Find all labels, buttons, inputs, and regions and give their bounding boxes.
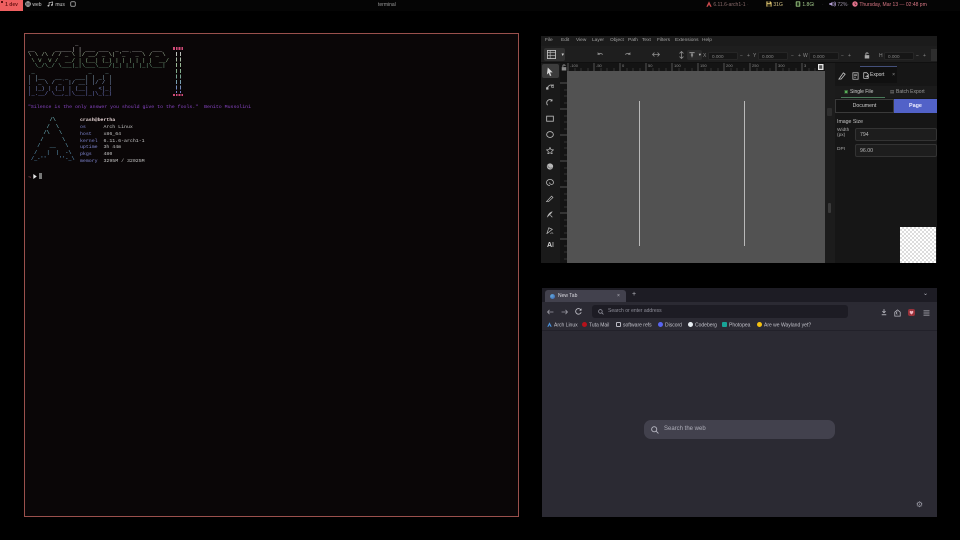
svg-text:-50: -50 — [596, 63, 603, 68]
svg-text:300: 300 — [778, 63, 785, 68]
svg-text:100: 100 — [674, 63, 681, 68]
svg-text:250: 250 — [752, 63, 759, 68]
svg-text:-100: -100 — [570, 63, 579, 68]
svg-text:50: 50 — [648, 63, 653, 68]
svg-text:3: 3 — [804, 63, 807, 68]
svg-text:200: 200 — [726, 63, 733, 68]
svg-text:0: 0 — [622, 63, 625, 68]
svg-text:150: 150 — [700, 63, 707, 68]
